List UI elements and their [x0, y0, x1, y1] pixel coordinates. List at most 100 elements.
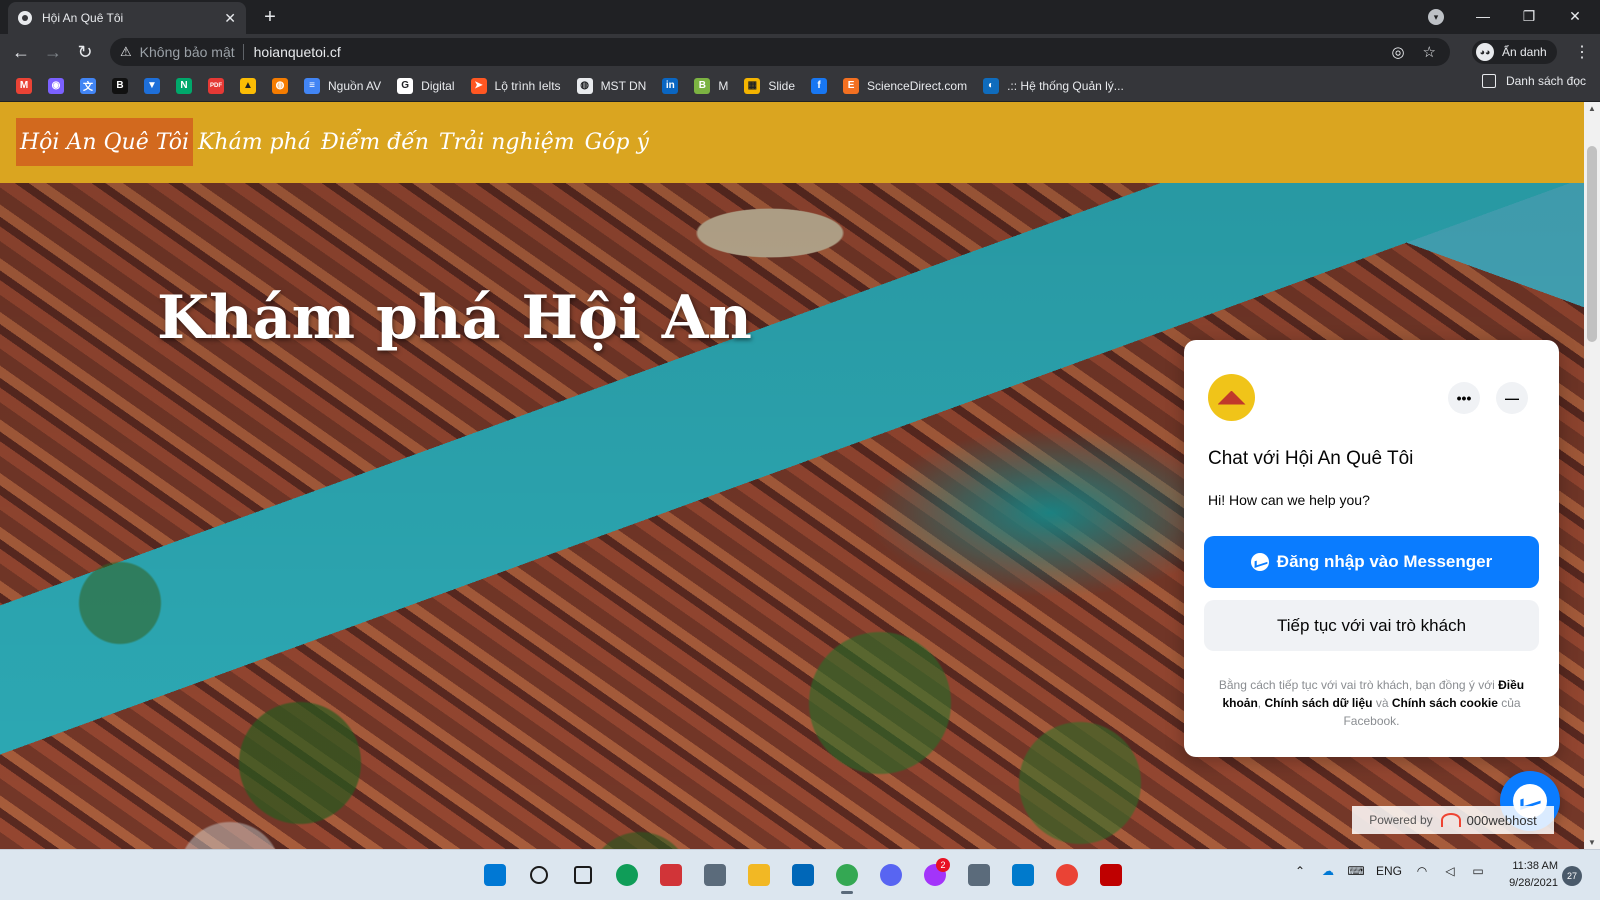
- tab-close-icon[interactable]: ✕: [224, 10, 236, 27]
- taskbar-app[interactable]: [608, 856, 646, 894]
- address-actions: ◎ ☆: [1391, 43, 1450, 61]
- bookmark-item[interactable]: PDF: [204, 74, 228, 98]
- bookmark-item[interactable]: ➤ Lộ trình Ielts: [467, 74, 565, 98]
- maximize-button[interactable]: ❐: [1506, 0, 1552, 32]
- onedrive-cloud-icon[interactable]: ☁: [1320, 864, 1336, 878]
- taskbar-app[interactable]: [784, 856, 822, 894]
- page-scrollbar[interactable]: ▲ ▼: [1584, 102, 1600, 849]
- taskbar-app[interactable]: [1092, 856, 1130, 894]
- bookmark-item[interactable]: N: [172, 74, 196, 98]
- back-button[interactable]: ←: [8, 39, 34, 65]
- vscode-icon: [1012, 864, 1034, 886]
- bookmark-item[interactable]: ▼: [140, 74, 164, 98]
- tab-search-icon[interactable]: ▾: [1428, 9, 1444, 25]
- system-clock[interactable]: 11:38 AM 9/28/2021: [1496, 858, 1558, 892]
- bookmark-star-icon[interactable]: ☆: [1423, 43, 1436, 61]
- chevron-up-icon[interactable]: ⌃: [1292, 864, 1308, 878]
- volume-icon[interactable]: ◁: [1442, 864, 1458, 878]
- scrollbar-thumb[interactable]: [1587, 146, 1597, 342]
- scroll-up-icon[interactable]: ▲: [1588, 104, 1596, 113]
- bookmark-item[interactable]: 文: [76, 74, 100, 98]
- bookmark-item[interactable]: E ScienceDirect.com: [839, 74, 971, 98]
- globe-icon: ◍: [576, 77, 593, 94]
- taskbar-app[interactable]: [652, 856, 690, 894]
- tab-title: Hội An Quê Tôi: [42, 11, 124, 25]
- nav-item-gop-y[interactable]: Góp ý: [580, 130, 654, 155]
- minimize-chat-icon[interactable]: —: [1496, 382, 1528, 414]
- bookmark-item[interactable]: ◍: [268, 74, 292, 98]
- security-status[interactable]: Không bảo mật: [140, 44, 235, 60]
- site-brand-link[interactable]: Hội An Quê Tôi: [16, 118, 193, 166]
- calculator-icon: [704, 864, 726, 886]
- bookmark-item[interactable]: ▲: [236, 74, 260, 98]
- page-avatar: [1208, 374, 1255, 421]
- nav-item-kham-pha[interactable]: Khám phá: [193, 130, 316, 155]
- warning-icon[interactable]: ⚠: [120, 44, 132, 60]
- new-tab-button[interactable]: +: [258, 4, 282, 30]
- b-green-icon: B: [694, 77, 711, 94]
- bookmark-item[interactable]: in: [658, 74, 682, 98]
- google-icon: G: [397, 77, 414, 94]
- powered-by-badge[interactable]: Powered by 000webhost: [1352, 806, 1554, 834]
- bookmark-item[interactable]: M: [12, 74, 36, 98]
- close-window-button[interactable]: ✕: [1552, 0, 1598, 32]
- more-options-icon[interactable]: •••: [1448, 382, 1480, 414]
- facebook-icon: f: [811, 77, 828, 94]
- chat-greeting: Hi! How can we help you?: [1208, 492, 1370, 508]
- shield-app-icon: ▼: [144, 77, 160, 94]
- taskbar-app[interactable]: [476, 856, 514, 894]
- arrow-app-icon: ➤: [470, 77, 487, 94]
- incognito-label: Ẩn danh: [1502, 45, 1547, 59]
- taskbar-app[interactable]: [828, 856, 866, 894]
- address-bar[interactable]: ⚠ Không bảo mật hoianquetoi.cf ◎ ☆: [110, 38, 1450, 66]
- bookmark-item[interactable]: G Digital: [393, 74, 458, 98]
- browser-tab[interactable]: Hội An Quê Tôi ✕: [8, 2, 246, 34]
- bookmark-item[interactable]: f: [807, 74, 831, 98]
- nav-item-diem-den[interactable]: Điểm đến: [316, 130, 434, 155]
- continue-as-guest-button[interactable]: Tiếp tục với vai trò khách: [1204, 600, 1539, 651]
- unread-badge: 2: [936, 858, 950, 872]
- keyboard-icon[interactable]: ⌨: [1347, 864, 1364, 878]
- bookmark-item[interactable]: ≡ Nguồn AV: [300, 74, 385, 98]
- notification-badge[interactable]: 27: [1562, 866, 1582, 886]
- taskbar-app[interactable]: [520, 856, 558, 894]
- battery-icon[interactable]: ▭: [1470, 864, 1486, 878]
- remote-desktop-icon: [968, 864, 990, 886]
- incognito-profile-button[interactable]: ◕◕ Ẩn danh: [1472, 40, 1557, 64]
- taskbar-app[interactable]: [872, 856, 910, 894]
- bookmark-item[interactable]: BM: [690, 74, 732, 98]
- windows-start-icon: [484, 864, 506, 886]
- taskbar-app[interactable]: 2: [916, 856, 954, 894]
- incognito-icon: ◕◕: [1476, 43, 1494, 61]
- cookie-policy-link[interactable]: Chính sách cookie: [1392, 696, 1498, 710]
- bookmark-item[interactable]: ▦ Slide: [740, 74, 799, 98]
- bookmark-label: MST DN: [600, 78, 647, 93]
- wifi-icon[interactable]: ◠: [1414, 864, 1430, 878]
- reading-list-button[interactable]: Danh sách đọc: [1481, 74, 1586, 88]
- taskbar-app[interactable]: [740, 856, 778, 894]
- slides-icon: ▦: [744, 77, 761, 94]
- forward-button[interactable]: →: [40, 39, 66, 65]
- taskbar-app[interactable]: [960, 856, 998, 894]
- browser-menu-icon[interactable]: ⋮: [1574, 42, 1590, 62]
- bookmark-item[interactable]: B: [108, 74, 132, 98]
- nav-item-trai-nghiem[interactable]: Trải nghiệm: [434, 130, 580, 155]
- bookmark-item[interactable]: ◉: [44, 74, 68, 98]
- bookmark-item[interactable]: ◍ MST DN: [573, 74, 651, 98]
- language-indicator[interactable]: ENG: [1376, 864, 1402, 878]
- scroll-down-icon[interactable]: ▼: [1588, 838, 1596, 847]
- taskbar-app[interactable]: [696, 856, 734, 894]
- taskbar-app[interactable]: [1048, 856, 1086, 894]
- reading-list-label: Danh sách đọc: [1505, 74, 1586, 88]
- sciencedirect-icon: E: [843, 77, 860, 94]
- messenger-login-button[interactable]: Đăng nhập vào Messenger: [1204, 536, 1539, 588]
- edge-icon: [616, 864, 638, 886]
- taskbar-app[interactable]: [1004, 856, 1042, 894]
- minimize-button[interactable]: —: [1460, 0, 1506, 32]
- tracking-blocked-icon[interactable]: ◎: [1391, 43, 1404, 61]
- data-policy-link[interactable]: Chính sách dữ liệu: [1264, 696, 1372, 710]
- reload-button[interactable]: ↻: [72, 39, 98, 65]
- url-text[interactable]: hoianquetoi.cf: [254, 44, 341, 60]
- taskbar-app[interactable]: [564, 856, 602, 894]
- bookmark-item[interactable]: ◐ .:: Hệ thống Quản lý...: [979, 74, 1128, 98]
